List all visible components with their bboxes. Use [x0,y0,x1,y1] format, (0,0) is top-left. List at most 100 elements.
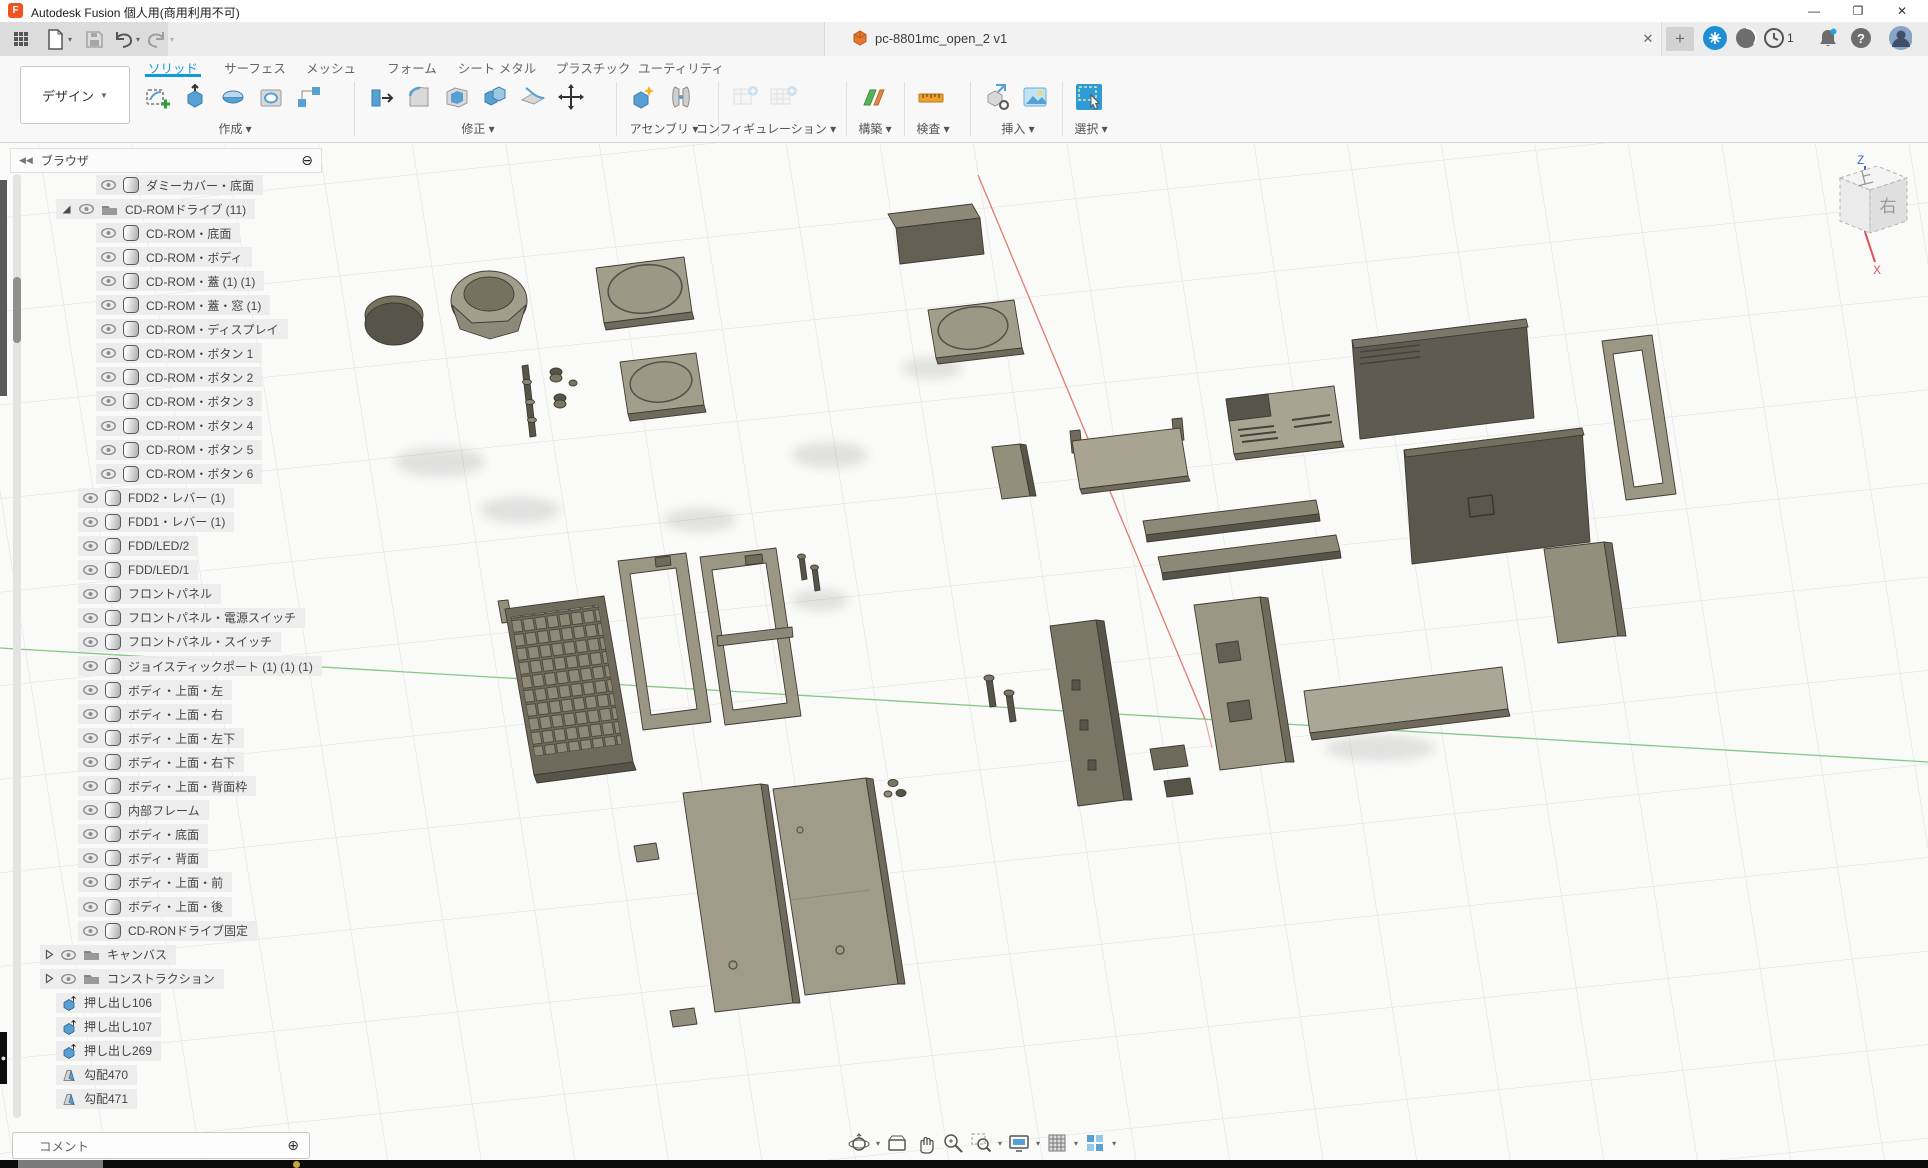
ribbon-group-label-4[interactable]: コンフィギュレーション ▾ [696,120,836,137]
browser-item[interactable]: CD-ROM・ボタン 3 [96,391,262,411]
browser-item[interactable]: ボディ・背面 [78,848,208,868]
browser-item[interactable]: ボディ・上面・前 [78,872,232,892]
browser-item[interactable]: CD-ROMドライブ (11) [56,199,255,219]
revolve-icon[interactable] [216,80,250,114]
browser-item[interactable]: ボディ・上面・背面枠 [78,776,256,796]
browser-item[interactable]: CD-ROM・ボタン 1 [96,343,262,363]
browser-item[interactable]: キャンバス [40,945,176,965]
browser-item[interactable]: 押し出し269 [56,1041,161,1061]
restore-button[interactable]: ❐ [1836,0,1880,22]
job-status-button[interactable] [1734,26,1758,50]
notifications-clock-button[interactable] [1762,26,1786,50]
browser-item[interactable]: 押し出し107 [56,1017,161,1037]
minimize-button[interactable]: — [1792,0,1836,22]
pattern-icon[interactable] [292,80,326,114]
fit-dropdown-caret[interactable]: ▾ [998,1139,1002,1148]
browser-item[interactable]: 勾配471 [56,1089,137,1109]
browser-item[interactable]: コンストラクション [40,969,224,989]
fillet-icon[interactable] [402,80,436,114]
save-button[interactable] [84,28,105,50]
display-settings-icon[interactable] [1006,1130,1032,1156]
ribbon-tab-3[interactable]: メッシュ [306,58,356,77]
move-icon[interactable] [554,80,588,114]
close-button[interactable]: ✕ [1880,0,1924,22]
browser-scrollbar-thumb[interactable] [13,277,21,343]
account-avatar[interactable] [1888,26,1912,50]
viewcube[interactable]: Z X 上 右 [1815,148,1925,276]
browser-item[interactable]: FDD/LED/1 [78,560,198,580]
grid-display-icon[interactable] [1044,1130,1070,1156]
browser-item[interactable]: CD-ROM・蓋 (1) (1) [96,271,264,291]
ribbon-tab-6[interactable]: プラスチック [556,58,631,77]
extrude-icon[interactable] [178,80,212,114]
pan-icon[interactable] [912,1130,938,1156]
undo-button[interactable]: ▾ [112,28,140,50]
shell-icon[interactable] [440,80,474,114]
joint-icon[interactable] [664,80,698,114]
split-icon[interactable] [516,80,550,114]
browser-item[interactable]: ボディ・上面・右 [78,704,232,724]
browser-item[interactable]: FDD/LED/2 [78,536,198,556]
ribbon-group-label-3[interactable]: アセンブリ ▾ [630,120,699,137]
browser-item[interactable]: CD-ROM・蓋・窓 (1) [96,295,270,315]
fit-icon[interactable] [968,1130,994,1156]
new-component-icon[interactable] [626,80,660,114]
browser-item[interactable]: ジョイスティックポート (1) (1) (1) [78,656,322,676]
ribbon-group-label-8[interactable]: 選択 ▾ [1074,120,1107,137]
browser-item[interactable]: ボディ・上面・左下 [78,728,244,748]
create-sketch-icon[interactable] [140,80,174,114]
browser-item[interactable]: 押し出し106 [56,993,161,1013]
ribbon-group-label-2[interactable]: 修正 ▾ [461,120,494,137]
construction-plane-icon[interactable] [856,80,890,114]
browser-item[interactable]: 内部フレーム [78,800,209,820]
zoom-icon[interactable] [940,1130,966,1156]
press-pull-icon[interactable] [364,80,398,114]
orbit-dropdown-caret[interactable]: ▾ [876,1139,880,1148]
insert-mesh-icon[interactable] [980,80,1014,114]
ribbon-tab-7[interactable]: ユーティリティ [638,58,724,77]
new-tab-button[interactable]: + [1666,27,1694,51]
configuration-icon[interactable] [728,80,762,114]
canvas-icon[interactable] [1018,80,1052,114]
ribbon-tab-2[interactable]: サーフェス [224,58,286,77]
add-comment-icon[interactable]: ⊕ [287,1137,299,1154]
browser-item[interactable]: CD-ROM・ボタン 6 [96,464,262,484]
browser-item[interactable]: フロントパネル・電源スイッチ [78,608,305,628]
orbit-icon[interactable] [846,1130,872,1156]
look-at-icon[interactable] [884,1130,910,1156]
browser-item[interactable]: CD-ROM・底面 [96,223,240,243]
ribbon-group-label-7[interactable]: 挿入 ▾ [1001,120,1034,137]
grid-display-dropdown-caret[interactable]: ▾ [1074,1139,1078,1148]
file-menu-button[interactable]: ▾ [44,28,72,50]
ribbon-group-label-5[interactable]: 構築 ▾ [858,120,891,137]
browser-item[interactable]: フロントパネル [78,584,221,604]
workspace-selector[interactable]: デザイン▼ [20,66,130,124]
browser-item[interactable]: ダミーカバー・底面 [96,175,263,195]
ribbon-group-label-1[interactable]: 作成 ▾ [218,120,251,137]
document-tab-close-button[interactable]: ✕ [1638,29,1658,49]
browser-collapse-icon[interactable]: ◀◀ [19,155,33,166]
extensions-button[interactable] [1703,26,1727,50]
browser-item[interactable]: ボディ・上面・後 [78,897,232,917]
display-settings-dropdown-caret[interactable]: ▾ [1036,1139,1040,1148]
browser-item[interactable]: 勾配470 [56,1065,137,1085]
app-grid-menu-button[interactable] [12,28,30,50]
browser-item[interactable]: CD-ROM・ディスプレイ [96,319,288,339]
browser-item[interactable]: CD-ROM・ボタン 5 [96,440,262,460]
combine-icon[interactable] [478,80,512,114]
redo-button[interactable]: ▾ [146,28,174,50]
ribbon-tab-5[interactable]: シート メタル [458,58,536,77]
measure-icon[interactable] [914,80,948,114]
browser-item[interactable]: ボディ・上面・右下 [78,752,244,772]
ribbon-tab-4[interactable]: フォーム [387,58,437,77]
browser-item[interactable]: フロントパネル・スイッチ [78,632,281,652]
hole-icon[interactable] [254,80,288,114]
browser-header[interactable]: ◀◀ ブラウザ ⊖ [10,148,322,173]
browser-item[interactable]: CD-ROM・ボタン 2 [96,367,262,387]
browser-item[interactable]: ボディ・底面 [78,824,208,844]
browser-item[interactable]: ボディ・上面・左 [78,680,232,700]
viewports-icon[interactable] [1082,1130,1108,1156]
configuration-table-icon[interactable] [766,80,800,114]
browser-item[interactable]: CD-ROM・ボディ [96,247,252,267]
select-icon[interactable] [1072,80,1106,114]
